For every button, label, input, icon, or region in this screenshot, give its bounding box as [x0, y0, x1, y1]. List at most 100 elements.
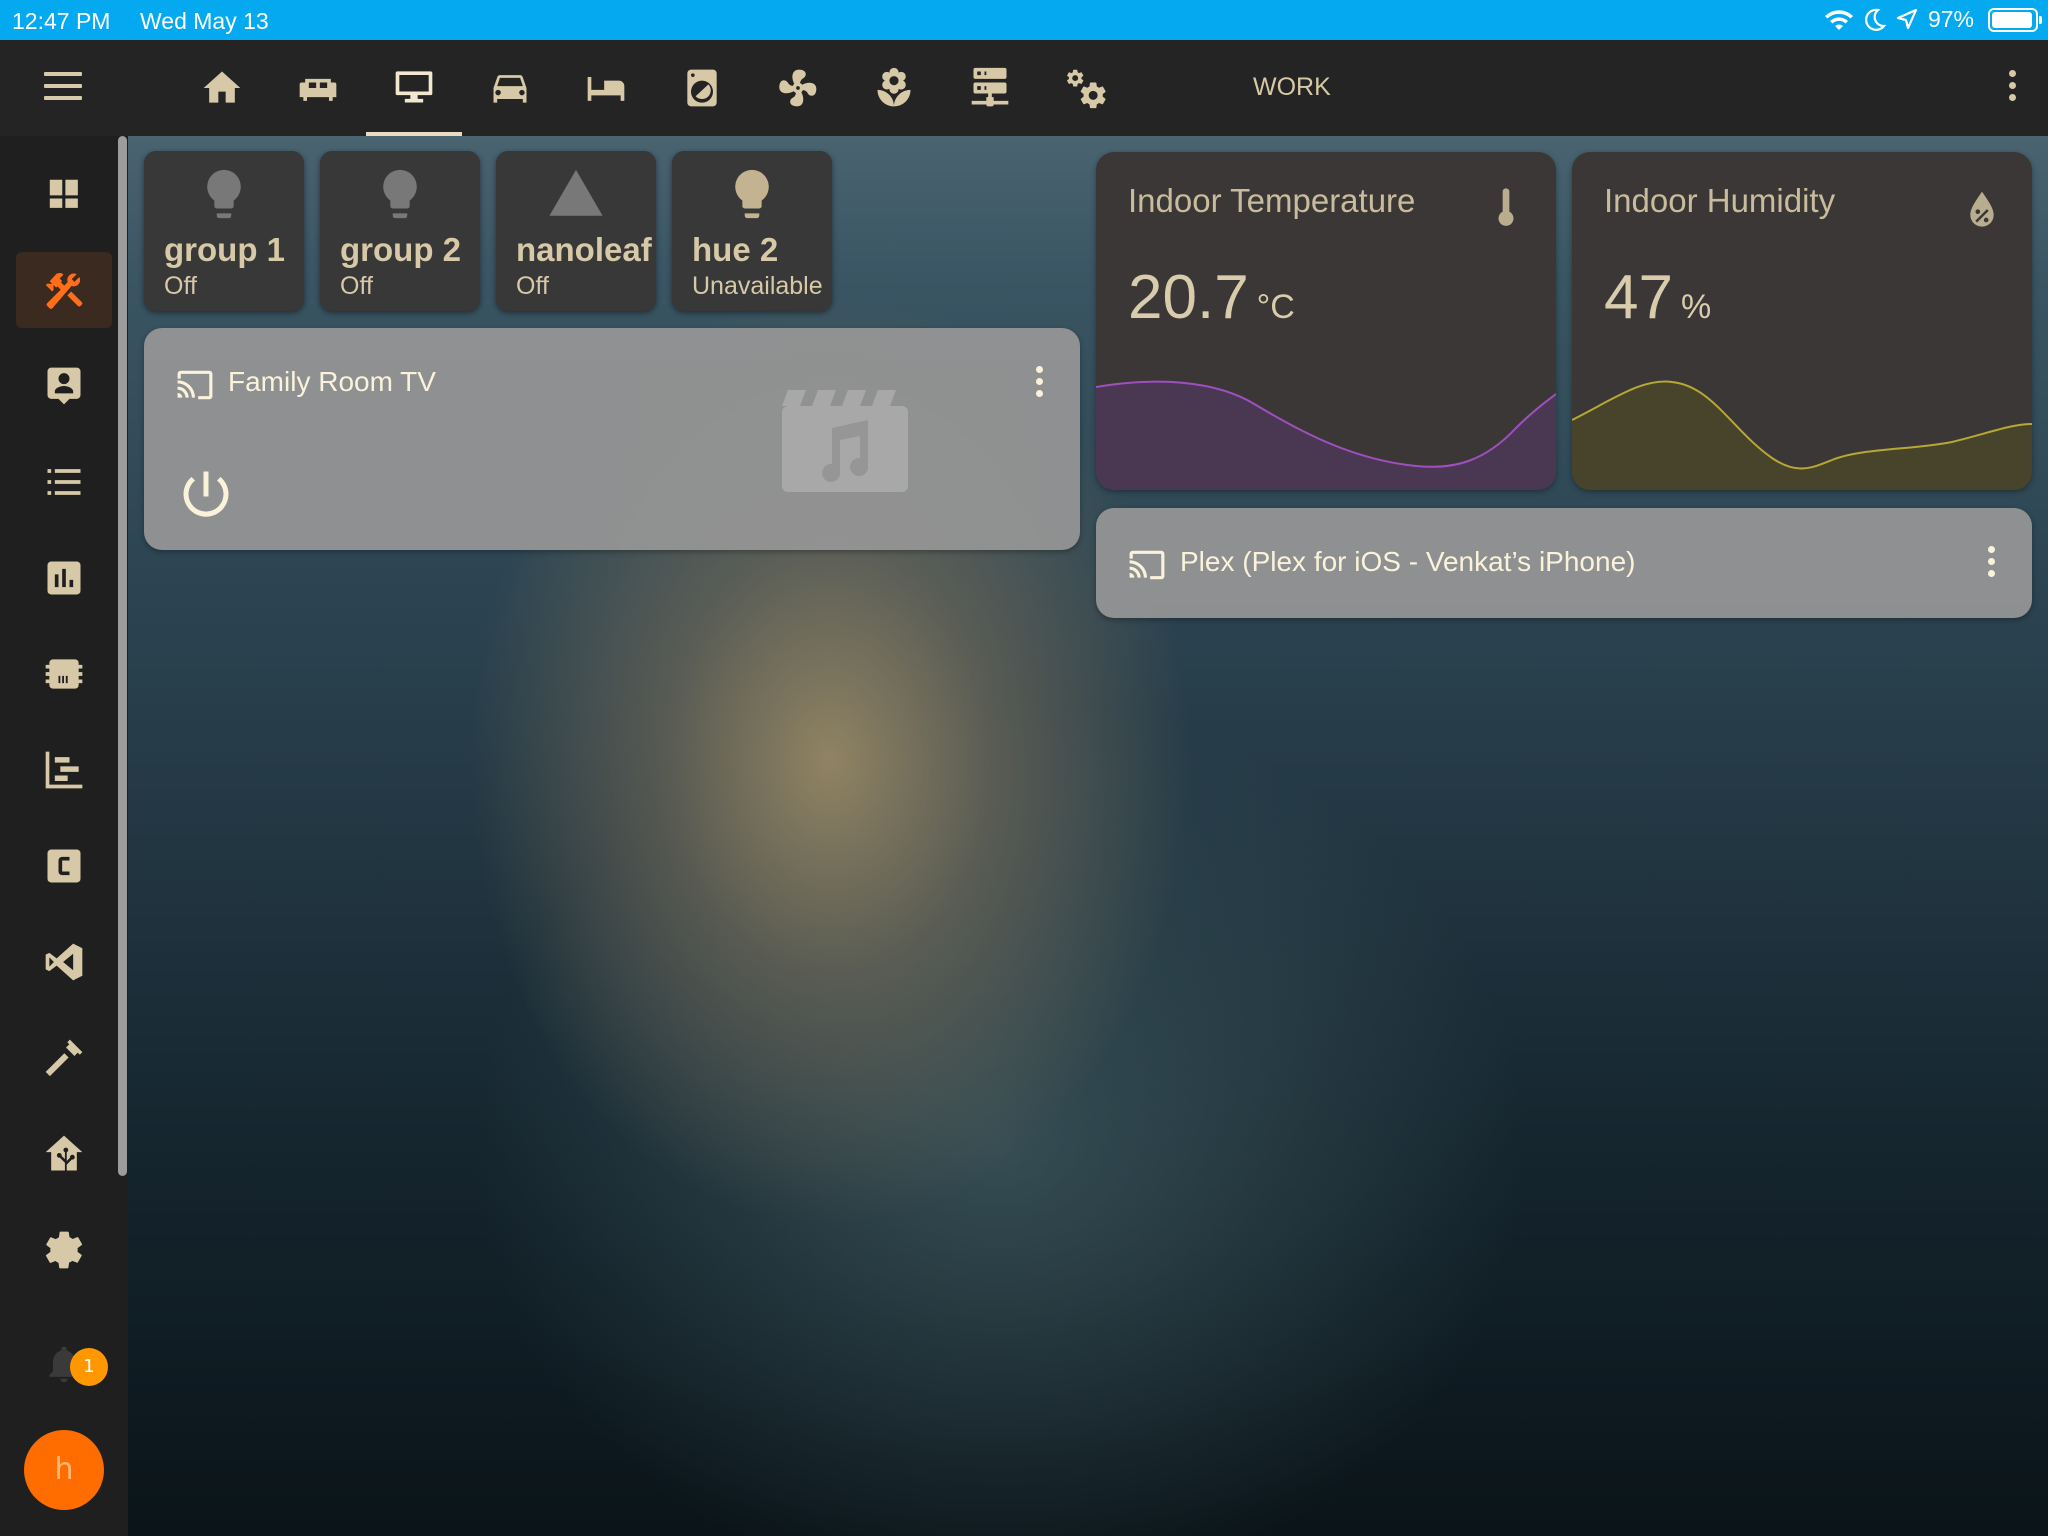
chart-icon: [47, 561, 81, 595]
entity-state: Off: [516, 272, 549, 300]
sidebar-scrollbar[interactable]: [118, 136, 127, 1176]
sensor-value-row: 47%: [1604, 262, 1711, 333]
sensor-card-indoor-temperature[interactable]: Indoor Temperature 20.7 °C: [1096, 152, 1556, 490]
sidebar-item-vscode[interactable]: [16, 924, 112, 1000]
movie-music-icon: [782, 390, 908, 492]
hammer-icon: [45, 1039, 83, 1077]
fan-icon: [779, 69, 817, 107]
c-box-icon: [47, 849, 81, 883]
battery-icon: [1988, 7, 2042, 32]
cast-icon: [177, 370, 213, 400]
sensor-title: Indoor Temperature: [1128, 182, 1416, 219]
tab-flower[interactable]: [846, 40, 942, 136]
entity-state: Unavailable: [692, 272, 823, 300]
media-title: Family Room TV: [228, 366, 436, 397]
tab-bed[interactable]: [558, 40, 654, 136]
sidebar-item-home-assistant[interactable]: [16, 1116, 112, 1192]
moon-icon: [1864, 8, 1886, 31]
avatar[interactable]: h: [24, 1430, 104, 1510]
entity-state: Off: [164, 272, 197, 300]
media-card-plex: Plex (Plex for iOS - Venkat’s iPhone): [1096, 508, 2032, 618]
tab-work[interactable]: WORK: [1253, 73, 1331, 102]
tab-fan[interactable]: [750, 40, 846, 136]
lightbulb-icon: [371, 165, 429, 223]
tools-icon: [45, 273, 83, 309]
battery-percent: 97%: [1927, 6, 1974, 32]
chip-icon: [45, 659, 83, 689]
app-toolbar: WORK: [0, 40, 2048, 136]
sofa-icon: [299, 78, 337, 101]
entity-button-group-1[interactable]: group 1 Off: [144, 151, 304, 311]
lightbulb-icon: [723, 165, 781, 223]
status-date: Wed May 13: [140, 8, 269, 34]
tab-home[interactable]: [174, 40, 270, 136]
sidebar-item-contact[interactable]: [16, 348, 112, 424]
sensor-value-row: 20.7 °C: [1128, 262, 1295, 333]
sensor-value: 20.7: [1128, 263, 1249, 332]
sidebar-item-overview[interactable]: [16, 156, 112, 232]
cast-icon: [1129, 550, 1165, 580]
triangle-icon: [547, 165, 605, 223]
entity-name: group 1: [164, 231, 285, 268]
tab-server[interactable]: [942, 40, 1038, 136]
lightbulb-icon: [195, 165, 253, 223]
entity-button-hue-2[interactable]: hue 2 Unavailable: [672, 151, 832, 311]
monitor-icon: [395, 71, 433, 103]
wifi-icon: [1824, 9, 1853, 30]
humidity-graph: [1572, 380, 2032, 490]
washing-machine-icon: [687, 69, 717, 107]
sensor-unit: %: [1680, 288, 1712, 326]
ios-status-bar: 12:47 PM Wed May 13 97%: [0, 0, 2048, 40]
entity-button-group-2[interactable]: group 2 Off: [320, 151, 480, 311]
tab-monitor[interactable]: [366, 40, 462, 136]
car-icon: [493, 75, 527, 103]
media-card-family-room-tv: Family Room TV: [144, 328, 1080, 550]
cogs-icon: [1067, 69, 1106, 109]
server-icon: [971, 67, 1009, 107]
temperature-graph: [1096, 380, 1556, 490]
sensor-card-indoor-humidity[interactable]: Indoor Humidity 47%: [1572, 152, 2032, 490]
thermometer-icon: [1498, 188, 1514, 226]
sensor-value: 47: [1604, 263, 1673, 332]
location-arrow-icon: [1896, 8, 1918, 29]
water-percent-icon: [1970, 191, 1994, 227]
sidebar-item-settings[interactable]: [16, 1212, 112, 1288]
sensor-unit: °C: [1256, 288, 1295, 326]
settings-icon: [45, 1231, 83, 1269]
sidebar-item-developer[interactable]: [16, 1020, 112, 1096]
account-box-icon: [47, 367, 81, 405]
entity-name: hue 2: [692, 231, 779, 268]
sidebar-item-logbook[interactable]: [16, 732, 112, 808]
entity-state: Off: [340, 272, 373, 300]
list-icon: [47, 469, 81, 495]
dashboard-icon: [49, 179, 78, 208]
sidebar-item-configurator[interactable]: [16, 828, 112, 904]
tab-car[interactable]: [462, 40, 558, 136]
more-icon[interactable]: [1034, 366, 1044, 402]
media-title: Plex (Plex for iOS - Venkat’s iPhone): [1180, 546, 1636, 577]
menu-icon[interactable]: [44, 72, 82, 102]
tab-sofa[interactable]: [270, 40, 366, 136]
bed-icon: [587, 77, 625, 101]
more-icon[interactable]: [1986, 546, 1996, 582]
entity-name: group 2: [340, 231, 461, 268]
sidebar-item-list[interactable]: [16, 444, 112, 520]
entity-button-nanoleaf[interactable]: nanoleaf Off: [496, 151, 656, 311]
home-assistant-icon: [45, 1135, 83, 1171]
tab-cogs[interactable]: [1038, 40, 1134, 136]
flower-icon: [877, 67, 911, 107]
status-time: 12:47 PM: [12, 8, 111, 34]
sidebar-item-tools[interactable]: [16, 252, 112, 328]
home-icon: [203, 71, 241, 103]
sidebar-item-hardware[interactable]: [16, 636, 112, 712]
entity-name: nanoleaf: [516, 231, 652, 268]
tab-laundry[interactable]: [654, 40, 750, 136]
sidebar: [0, 136, 128, 1536]
vscode-icon: [45, 943, 83, 981]
gantt-icon: [45, 751, 83, 789]
sidebar-item-history[interactable]: [16, 540, 112, 616]
notification-badge: 1: [70, 1348, 108, 1386]
overflow-menu-icon[interactable]: [2006, 70, 2018, 106]
sensor-title: Indoor Humidity: [1604, 182, 1836, 219]
power-icon[interactable]: [176, 464, 236, 524]
